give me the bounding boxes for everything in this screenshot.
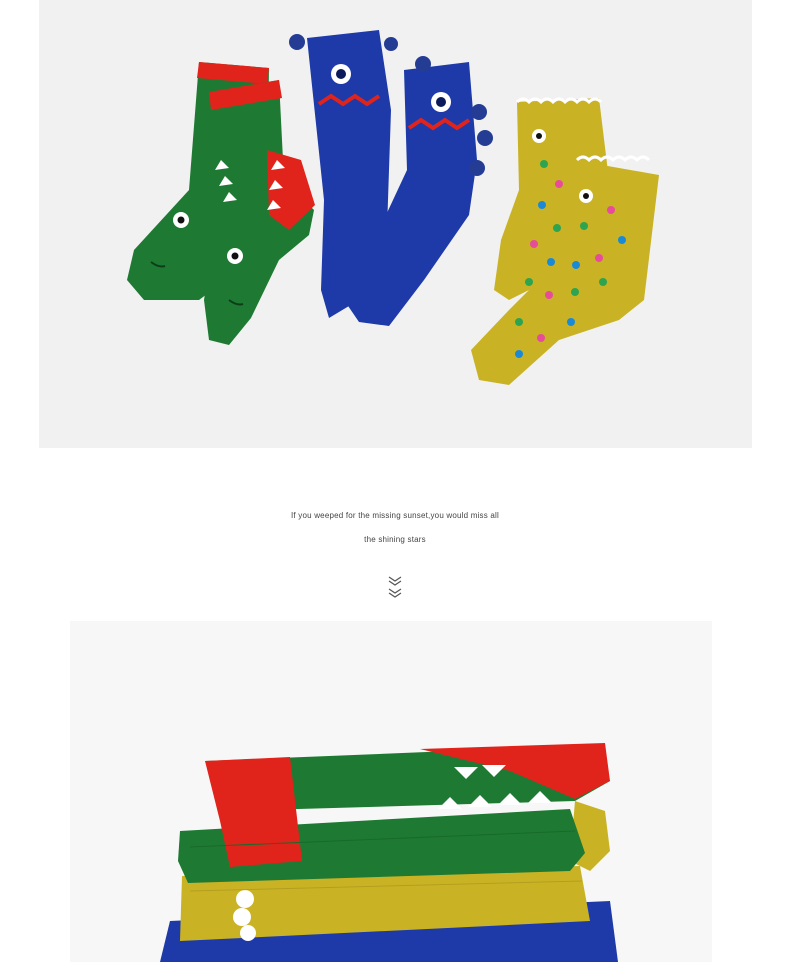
tagline-line-1: If you weeped for the missing sunset,you… <box>291 511 499 520</box>
product-photo-socks-flatlay <box>39 0 752 448</box>
product-photo-socks-stack <box>70 621 712 962</box>
socks-stack-illustration <box>70 621 712 962</box>
socks-flatlay-illustration <box>39 0 752 448</box>
double-chevron-down-icon <box>386 574 404 598</box>
tagline-line-2: the shining stars <box>364 535 426 544</box>
